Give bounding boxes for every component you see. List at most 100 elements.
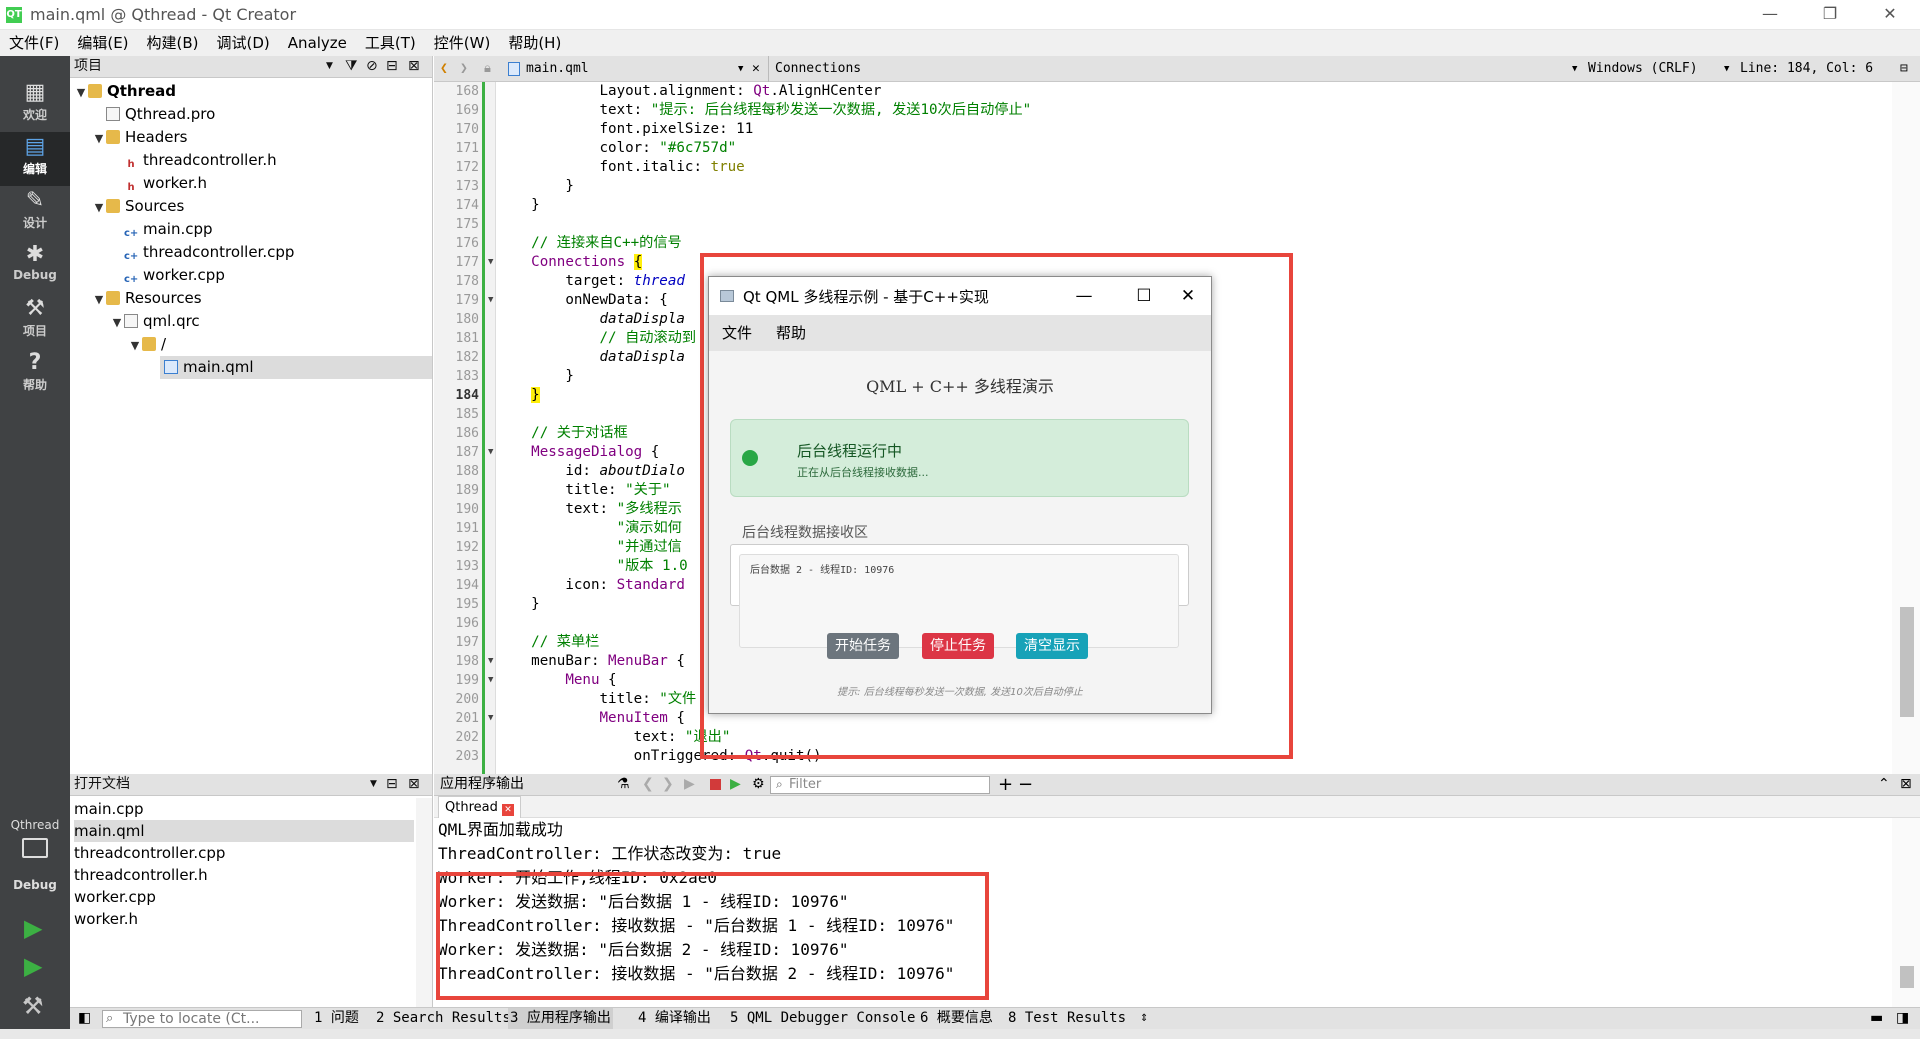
forward-arrow-icon[interactable]: ❯: [662, 774, 674, 795]
chevron-down-icon[interactable]: ▼: [370, 774, 377, 795]
close-file-icon[interactable]: ✕: [752, 56, 760, 82]
app-menu-file[interactable]: 文件: [722, 324, 752, 342]
mode-projects[interactable]: ⚒ 项目: [0, 294, 70, 348]
fold-arrow-icon[interactable]: ▼: [488, 652, 493, 671]
output-tab-qthread[interactable]: Qthread ✕: [438, 796, 521, 818]
chevron-down-icon[interactable]: ▼: [92, 288, 106, 311]
split-icon[interactable]: ◨: [1896, 1008, 1909, 1029]
clear-display-button[interactable]: 清空显示: [1016, 633, 1088, 659]
output-filter-input[interactable]: Filter: [770, 776, 990, 794]
chevron-down-icon[interactable]: ▼: [326, 56, 333, 77]
line-ending-selector[interactable]: Windows (CRLF): [1588, 56, 1698, 82]
close-icon[interactable]: ✕: [1860, 0, 1920, 30]
cursor-position[interactable]: Line: 184, Col: 6: [1740, 56, 1873, 82]
tree-item-file[interactable]: h threadcontroller.h: [70, 149, 432, 172]
tree-item-file[interactable]: c+ worker.cpp: [70, 264, 432, 287]
locator-input[interactable]: Type to locate (Ct...: [102, 1010, 302, 1028]
fold-arrow-icon[interactable]: ▼: [488, 253, 493, 272]
pane-test-results[interactable]: 8 Test Results: [1008, 1008, 1126, 1029]
chevron-down-icon[interactable]: ▼: [1724, 56, 1729, 82]
open-doc-item[interactable]: worker.h: [74, 908, 414, 930]
pane-qml-debugger[interactable]: 5 QML Debugger Console: [730, 1008, 915, 1029]
mode-design[interactable]: ✎ 设计: [0, 186, 70, 240]
progress-toggle-icon[interactable]: ▬: [1870, 1008, 1883, 1029]
pane-app-output[interactable]: 3 应用程序输出: [508, 1008, 613, 1029]
link-icon[interactable]: ⊘: [366, 56, 378, 77]
symbol-selector[interactable]: Connections: [768, 56, 861, 82]
tree-item-prefix[interactable]: ▼ /: [70, 333, 432, 356]
pane-compile-output[interactable]: 4 编译输出: [638, 1008, 711, 1029]
tree-item-qrc[interactable]: ▼ qml.qrc: [70, 310, 432, 333]
split-icon[interactable]: ⊟: [1900, 56, 1908, 82]
tree-item-resources[interactable]: ▼ Resources: [70, 287, 432, 310]
tree-item-file[interactable]: h worker.h: [70, 172, 432, 195]
monitor-icon[interactable]: [22, 838, 48, 858]
mode-help[interactable]: ? 帮助: [0, 348, 70, 402]
attach-icon[interactable]: ▶: [730, 774, 741, 795]
chevron-down-icon[interactable]: ▼: [738, 56, 743, 82]
forward-arrow-icon[interactable]: ❯: [460, 56, 468, 82]
mode-edit[interactable]: ▤ 编辑: [0, 132, 70, 186]
app-menu-help[interactable]: 帮助: [776, 324, 806, 342]
chevron-down-icon[interactable]: ▼: [128, 334, 142, 357]
restore-icon[interactable]: ❐: [1800, 0, 1860, 30]
pane-search-results[interactable]: 2 Search Results: [376, 1008, 511, 1029]
build-hammer-icon[interactable]: ⚒: [22, 992, 44, 1020]
close-pane-icon[interactable]: ⊠: [1900, 774, 1912, 795]
menu-debug[interactable]: 调试(D): [208, 30, 279, 56]
chevron-down-icon[interactable]: ▼: [92, 196, 106, 219]
menu-file[interactable]: 文件(F): [0, 30, 68, 56]
output-scrollbar[interactable]: [1892, 818, 1920, 1007]
tree-item-headers[interactable]: ▼ Headers: [70, 126, 432, 149]
start-task-button[interactable]: 开始任务: [827, 633, 899, 659]
menu-edit[interactable]: 编辑(E): [68, 30, 137, 56]
open-doc-item[interactable]: worker.cpp: [74, 886, 414, 908]
split-icon[interactable]: ⊟: [386, 774, 398, 795]
back-arrow-icon[interactable]: ❮: [642, 774, 654, 795]
tree-item-pro-file[interactable]: Qthread.pro: [70, 103, 432, 126]
chevron-down-icon[interactable]: ▼: [92, 127, 106, 150]
close-pane-icon[interactable]: ⊠: [408, 774, 420, 795]
sidebar-toggle-icon[interactable]: ◧: [78, 1008, 91, 1029]
open-doc-item[interactable]: threadcontroller.h: [74, 864, 414, 886]
scrollbar-thumb[interactable]: [1900, 966, 1914, 988]
gear-icon[interactable]: ⚙: [752, 774, 765, 795]
back-arrow-icon[interactable]: ❮: [440, 56, 448, 82]
menu-analyze[interactable]: Analyze: [279, 30, 356, 56]
chevron-down-icon[interactable]: ▼: [74, 81, 88, 104]
minimize-icon[interactable]: —: [1740, 0, 1800, 30]
split-icon[interactable]: ⊟: [386, 56, 398, 77]
menu-build[interactable]: 构建(B): [138, 30, 208, 56]
mode-debug[interactable]: ✱ Debug: [0, 240, 70, 294]
clean-icon[interactable]: ⚗: [617, 774, 630, 795]
menu-tools[interactable]: 工具(T): [356, 30, 425, 56]
filter-icon[interactable]: ⧩: [345, 56, 358, 77]
stop-task-button[interactable]: 停止任务: [922, 633, 994, 659]
tree-item-file[interactable]: c+ threadcontroller.cpp: [70, 241, 432, 264]
pane-general-messages[interactable]: 6 概要信息: [920, 1008, 993, 1029]
minus-icon[interactable]: −: [1018, 774, 1033, 795]
maximize-icon[interactable]: ☐: [1119, 283, 1169, 309]
run-icon[interactable]: ▶: [24, 914, 42, 942]
minimize-icon[interactable]: —: [1059, 283, 1109, 309]
tree-item-project[interactable]: ▼ Qthread: [70, 80, 432, 103]
fold-arrow-icon[interactable]: ▼: [488, 671, 493, 690]
chevron-down-icon[interactable]: ▼: [110, 311, 124, 334]
tree-item-file[interactable]: c+ main.cpp: [70, 218, 432, 241]
close-pane-icon[interactable]: ⊠: [408, 56, 420, 77]
open-doc-item[interactable]: main.qml: [74, 820, 414, 842]
rerun-icon[interactable]: ▶: [684, 774, 695, 795]
tree-item-main-qml[interactable]: main.qml: [160, 356, 432, 379]
plus-icon[interactable]: +: [998, 774, 1013, 795]
tree-item-sources[interactable]: ▼ Sources: [70, 195, 432, 218]
close-icon[interactable]: ✕: [1163, 283, 1213, 309]
pane-menu-icon[interactable]: ⇕: [1140, 1008, 1148, 1029]
stop-icon[interactable]: [710, 779, 721, 790]
current-file-name[interactable]: main.qml: [526, 56, 589, 82]
chevron-down-icon[interactable]: ▼: [1572, 56, 1577, 82]
close-tab-icon[interactable]: ✕: [502, 804, 514, 816]
fold-arrow-icon[interactable]: ▼: [488, 709, 493, 728]
editor-scrollbar[interactable]: [1892, 82, 1920, 774]
menu-controls[interactable]: 控件(W): [425, 30, 500, 56]
menu-help[interactable]: 帮助(H): [499, 30, 570, 56]
